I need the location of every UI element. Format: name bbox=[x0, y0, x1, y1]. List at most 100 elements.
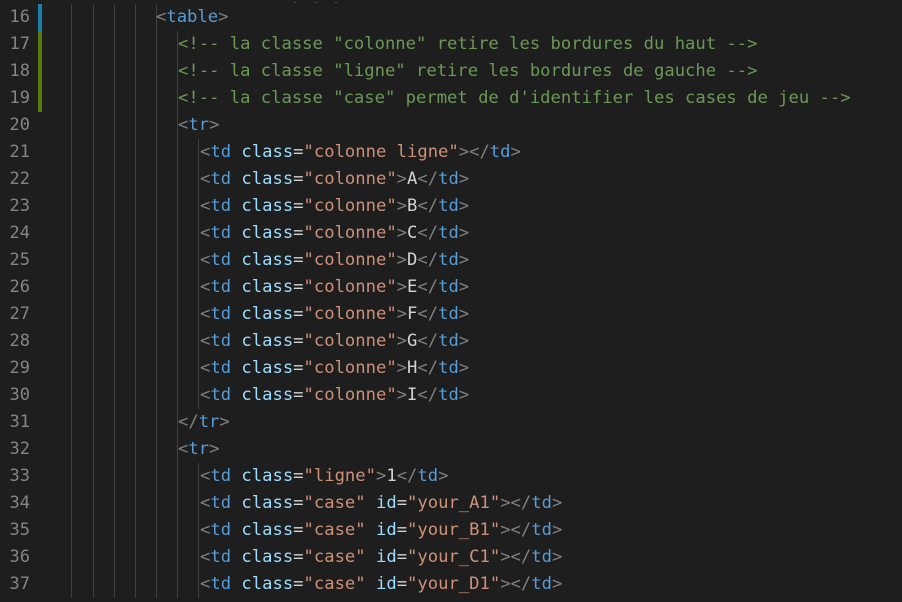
line-number: 33 bbox=[9, 466, 30, 486]
code-line[interactable]: 26 <td class="colonne">E</td> bbox=[0, 274, 902, 301]
indent-guide bbox=[156, 139, 157, 166]
code-line[interactable]: 32 <tr> bbox=[0, 436, 902, 463]
indent-guide bbox=[198, 301, 199, 328]
indent-guide bbox=[177, 274, 178, 301]
token-punct: < bbox=[200, 520, 211, 540]
token-punct: < bbox=[200, 304, 211, 324]
code-line[interactable]: 21 <td class="colonne ligne"></td> bbox=[0, 139, 902, 166]
code-line[interactable]: 33 <td class="ligne">1</td> bbox=[0, 463, 902, 490]
code-line[interactable]: 31 </tr> bbox=[0, 409, 902, 436]
token-punct: < bbox=[200, 277, 211, 297]
token-tag: td bbox=[210, 466, 232, 486]
token-tag: td bbox=[210, 493, 232, 513]
token-attr: class bbox=[241, 331, 294, 351]
token-tag: td bbox=[489, 142, 511, 162]
line-number: 30 bbox=[9, 385, 30, 405]
token-punct: </ bbox=[178, 412, 199, 432]
token-punct: < bbox=[200, 142, 211, 162]
code-line[interactable]: 16 <table> bbox=[0, 4, 902, 31]
indent-guide bbox=[135, 112, 136, 139]
code-text: <!-- la classe "ligne" retire les bordur… bbox=[178, 58, 757, 85]
token-attr: class bbox=[241, 223, 294, 243]
token-text: = bbox=[293, 250, 304, 270]
code-line[interactable]: 37 <td class="case" id="your_D1"></td> bbox=[0, 571, 902, 598]
indent-guide bbox=[114, 112, 115, 139]
indent-guide bbox=[156, 409, 157, 436]
code-line[interactable]: 25 <td class="colonne">D</td> bbox=[0, 247, 902, 274]
code-line[interactable]: 35 <td class="case" id="your_B1"></td> bbox=[0, 517, 902, 544]
token-tag: td bbox=[438, 358, 459, 378]
token-text: F bbox=[407, 304, 418, 324]
code-line[interactable]: 34 <td class="case" id="your_A1"></td> bbox=[0, 490, 902, 517]
code-text: <td class="colonne">H</td> bbox=[200, 355, 469, 382]
code-line[interactable]: 30 <td class="colonne">I</td> bbox=[0, 382, 902, 409]
token-str: "case" bbox=[303, 520, 366, 540]
indent-guide bbox=[198, 166, 199, 193]
git-added-marker[interactable] bbox=[38, 85, 42, 112]
line-number: 29 bbox=[9, 358, 30, 378]
indent-guide bbox=[135, 382, 136, 409]
token-tag: td bbox=[210, 358, 232, 378]
line-number: 26 bbox=[9, 277, 30, 297]
token-punct: > bbox=[458, 358, 470, 378]
line-number: 23 bbox=[9, 196, 30, 216]
indent-guide bbox=[93, 382, 94, 409]
indent-guide bbox=[135, 4, 136, 31]
code-line[interactable]: 17 <!-- la classe "colonne" retire les bo… bbox=[0, 31, 902, 58]
token-text: = bbox=[293, 223, 304, 243]
code-line[interactable]: 18 <!-- la classe "ligne" retire les bord… bbox=[0, 58, 902, 85]
token-str: "case" bbox=[303, 493, 366, 513]
code-line[interactable]: 29 <td class="colonne">H</td> bbox=[0, 355, 902, 382]
code-text: <td class="colonne">C</td> bbox=[200, 220, 469, 247]
token-tag: td bbox=[438, 196, 459, 216]
indent-guide bbox=[71, 409, 72, 436]
token-attr: id bbox=[375, 520, 397, 540]
indent-guide bbox=[177, 382, 178, 409]
code-line[interactable]: 28 <td class="colonne">G</td> bbox=[0, 328, 902, 355]
indent-guide bbox=[135, 85, 136, 112]
code-line[interactable]: 36 <td class="case" id="your_C1"></td> bbox=[0, 544, 902, 571]
code-text: <tr> bbox=[178, 436, 219, 463]
code-line[interactable]: 27 <td class="colonne">F</td> bbox=[0, 301, 902, 328]
code-text: <td class="colonne">E</td> bbox=[200, 274, 469, 301]
indent-guide bbox=[93, 247, 94, 274]
token-tag: td bbox=[210, 196, 232, 216]
indent-guide bbox=[198, 274, 199, 301]
token-text: = bbox=[293, 493, 304, 513]
token-punct: > bbox=[458, 304, 470, 324]
token-punct: < bbox=[200, 169, 211, 189]
git-added-marker[interactable] bbox=[38, 31, 42, 58]
indent-guide bbox=[114, 517, 115, 544]
token-punct: > bbox=[396, 277, 408, 297]
indent-guide bbox=[198, 463, 199, 490]
token-punct: > bbox=[219, 412, 230, 432]
git-added-marker[interactable] bbox=[38, 58, 42, 85]
code-line[interactable]: 22 <td class="colonne">A</td> bbox=[0, 166, 902, 193]
code-line[interactable]: 24 <td class="colonne">C</td> bbox=[0, 220, 902, 247]
indent-guide bbox=[135, 436, 136, 463]
indent-guide bbox=[177, 463, 178, 490]
token-str: "your_A1" bbox=[407, 493, 501, 513]
indent-guide bbox=[135, 355, 136, 382]
indent-guide bbox=[156, 247, 157, 274]
indent-guide bbox=[198, 247, 199, 274]
token-text: A bbox=[407, 169, 418, 189]
indent-guide bbox=[135, 463, 136, 490]
code-line[interactable]: 20 <tr> bbox=[0, 112, 902, 139]
indent-guide bbox=[177, 220, 178, 247]
code-text: <tr> bbox=[178, 112, 219, 139]
line-number: 22 bbox=[9, 169, 30, 189]
code-editor[interactable]: . . . 16<table>17<!-- la classe "colonne… bbox=[0, 0, 902, 602]
indent-guide bbox=[135, 166, 136, 193]
code-line[interactable]: 23 <td class="colonne">B</td> bbox=[0, 193, 902, 220]
code-line[interactable]: 19 <!-- la classe "case" permet de d'iden… bbox=[0, 85, 902, 112]
indent-guide bbox=[198, 355, 199, 382]
indent-guide bbox=[93, 85, 94, 112]
indent-guide bbox=[156, 166, 157, 193]
git-modified-marker[interactable] bbox=[38, 4, 42, 31]
token-tag: td bbox=[531, 547, 552, 567]
